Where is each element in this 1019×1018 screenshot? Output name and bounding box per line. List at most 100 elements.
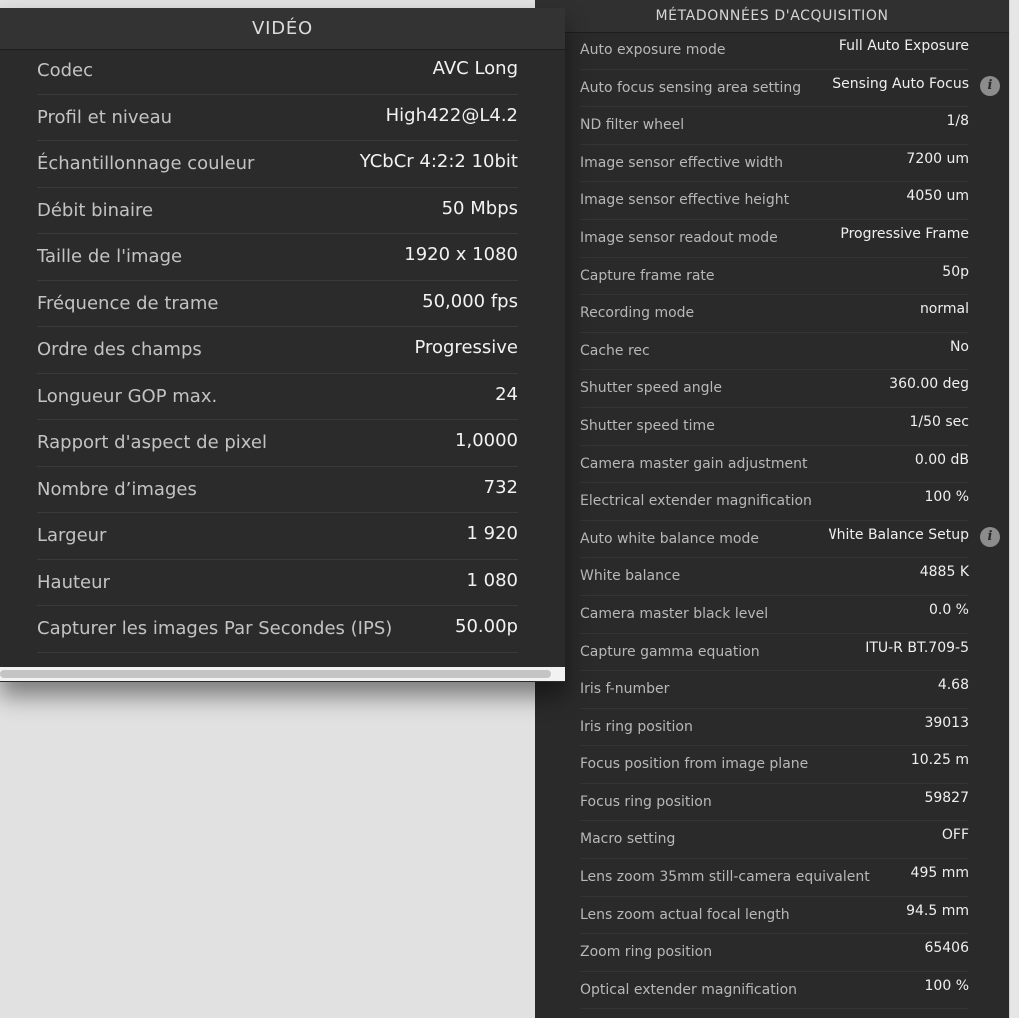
metadata-value: 495 mm xyxy=(910,865,969,882)
acquisition-row-focus-ring-position: Focus ring position 59827 xyxy=(580,784,969,822)
property-label: Longueur GOP max. xyxy=(37,385,218,407)
metadata-label: Iris ring position xyxy=(580,718,693,735)
property-value: Progressive xyxy=(414,337,518,358)
video-properties-panel: VIDÉO Codec AVC Long Profil et niveau High4… xyxy=(0,8,565,682)
acquisition-row-macro-setting: Macro setting OFF xyxy=(580,821,969,860)
metadata-value: 4885 K xyxy=(919,564,969,581)
property-value: 1 080 xyxy=(466,569,518,591)
metadata-value: 1/50 sec xyxy=(909,413,970,430)
property-value: AVC Long xyxy=(432,58,518,79)
acquisition-row-image-sensor-readout-mode: Image sensor readout mode Progressive Fra… xyxy=(580,220,969,258)
metadata-value: 100 % xyxy=(924,489,969,506)
metadata-value: Full Auto Exposure xyxy=(838,38,969,54)
metadata-value: normal xyxy=(919,301,969,318)
metadata-label: Electrical extender magnification xyxy=(580,493,812,510)
metadata-value: 4.68 xyxy=(937,677,969,694)
metadata-value: Auto White Balance Setup xyxy=(829,517,969,554)
acquisition-row-lens-zoom-actual-focal-length: Lens zoom actual focal length 94.5 mm xyxy=(580,897,969,935)
video-row-codec: Codec AVC Long xyxy=(37,48,518,95)
property-value: 24 xyxy=(495,383,518,405)
metadata-value: 4050 um xyxy=(906,188,969,205)
metadata-value: No xyxy=(949,338,969,355)
metadata-label: Image sensor effective width xyxy=(580,154,784,171)
property-value: 50.00p xyxy=(455,616,518,637)
acquisition-row-shutter-speed-angle: Shutter speed angle 360.00 deg xyxy=(580,370,969,408)
acquisition-row-auto-focus-sensing-area-setting: Auto focus sensing area setting Sensing A… xyxy=(580,70,1000,108)
acquisition-row-camera-master-gain-adjustment: Camera master gain adjustment 0.00 dB xyxy=(580,446,969,484)
property-label: Nombre d’images xyxy=(37,478,197,500)
metadata-value: 94.5 mm xyxy=(906,902,969,919)
acquisition-row-recording-mode: Recording mode normal xyxy=(580,295,969,333)
property-label: Taille de l'image xyxy=(37,246,183,267)
video-row-debit-binaire: Débit binaire 50 Mbps xyxy=(37,188,518,234)
video-row-taille-de-l-image: Taille de l'image 1920 x 1080 xyxy=(37,234,518,281)
acquisition-row-auto-white-balance-mode: Auto white balance mode Auto White Balanc… xyxy=(580,521,1000,559)
acquisition-row-capture-gamma-equation: Capture gamma equation ITU-R BT.709-5 xyxy=(580,634,969,672)
metadata-value: OFF xyxy=(941,827,969,844)
metadata-value: 59827 xyxy=(924,789,969,806)
metadata-value: 0.00 dB xyxy=(914,451,969,468)
metadata-value: ITU-R BT.709-5 xyxy=(865,639,969,656)
metadata-label: Auto exposure mode xyxy=(580,42,726,58)
metadata-value: 7200 um xyxy=(906,150,969,167)
video-row-longueur-gop-max: Longueur GOP max. 24 xyxy=(37,374,518,420)
property-label: Rapport d'aspect de pixel xyxy=(37,432,267,453)
video-panel-title: VIDÉO xyxy=(0,8,565,50)
video-row-echantillonnage-couleur: Échantillonnage couleur YCbCr 4:2:2 10bit xyxy=(37,141,518,188)
metadata-label: Image sensor effective height xyxy=(580,192,790,209)
video-panel-horizontal-scrollbar[interactable] xyxy=(0,667,565,681)
property-label: Codec xyxy=(37,60,93,81)
metadata-label: Shutter speed angle xyxy=(580,380,723,397)
metadata-label: Lens zoom actual focal length xyxy=(580,906,790,923)
property-value: 732 xyxy=(483,476,518,498)
metadata-label: Iris f-number xyxy=(580,681,670,698)
metadata-value: Progressive Frame xyxy=(840,225,969,242)
info-icon[interactable]: i xyxy=(980,75,1000,96)
acquisition-row-electrical-extender-magnification: Electrical extender magnification 100 % xyxy=(580,483,969,521)
property-label: Échantillonnage couleur xyxy=(37,153,255,174)
metadata-label: White balance xyxy=(580,568,681,585)
acquisition-metadata-panel: MÉTADONNÉES D'ACQUISITION Auto exposure … xyxy=(535,0,1009,1018)
acquisition-row-nd-filter-wheel: ND filter wheel 1/8 xyxy=(580,107,969,145)
property-label: Fréquence de trame xyxy=(37,292,219,314)
property-label: Capturer les images Par Secondes (IPS) xyxy=(37,618,393,639)
metadata-label: Focus ring position xyxy=(580,793,712,810)
property-label: Débit binaire xyxy=(37,199,154,221)
video-row-largeur: Largeur 1 920 xyxy=(37,513,518,560)
property-label: Profil et niveau xyxy=(37,106,173,128)
property-label: Hauteur xyxy=(37,571,110,593)
metadata-label: Auto white balance mode xyxy=(580,530,759,547)
video-row-ordre-des-champs: Ordre des champs Progressive xyxy=(37,327,518,374)
metadata-value: 360.00 deg xyxy=(889,376,969,393)
metadata-value: 65406 xyxy=(924,940,969,957)
info-icon[interactable]: i xyxy=(980,526,1000,547)
acquisition-metadata-list: Auto exposure mode Full Auto Exposure Auto… xyxy=(580,32,1000,1010)
acquisition-row-white-balance: White balance 4885 K xyxy=(580,558,969,596)
video-row-capturer-les-images-par-secondes-ips: Capturer les images Par Secondes (IPS) 50… xyxy=(37,606,518,653)
metadata-value: 100 % xyxy=(924,977,969,994)
acquisition-row-optical-extender-magnification: Optical extender magnification 100 % xyxy=(580,972,969,1010)
metadata-label: Cache rec xyxy=(580,342,650,359)
metadata-label: Auto focus sensing area setting xyxy=(580,79,802,96)
acquisition-row-image-sensor-effective-width: Image sensor effective width 7200 um xyxy=(580,145,969,183)
metadata-value: 50p xyxy=(942,263,969,280)
video-properties-list: Codec AVC Long Profil et niveau High422@L4.… xyxy=(37,48,518,653)
metadata-label: Shutter speed time xyxy=(580,417,715,434)
property-value: YCbCr 4:2:2 10bit xyxy=(359,151,518,172)
property-label: Ordre des champs xyxy=(37,339,202,360)
acquisition-panel-scrollbar[interactable] xyxy=(1009,0,1019,1018)
metadata-label: Focus position from image plane xyxy=(580,756,809,773)
acquisition-row-iris-f-number: Iris f-number 4.68 xyxy=(580,671,969,709)
metadata-label: Image sensor readout mode xyxy=(580,229,778,246)
acquisition-row-zoom-ring-position: Zoom ring position 65406 xyxy=(580,934,969,972)
scrollbar-thumb[interactable] xyxy=(0,670,551,678)
video-row-hauteur: Hauteur 1 080 xyxy=(37,560,518,606)
metadata-label: ND filter wheel xyxy=(580,117,685,134)
property-value: 50 Mbps xyxy=(441,197,518,219)
property-value: 1920 x 1080 xyxy=(404,244,518,265)
acquisition-row-shutter-speed-time: Shutter speed time 1/50 sec xyxy=(580,408,969,446)
metadata-value-text: Auto White Balance Setup xyxy=(829,526,969,543)
property-value: 50,000 fps xyxy=(422,290,518,312)
metadata-label: Zoom ring position xyxy=(580,944,713,961)
acquisition-row-iris-ring-position: Iris ring position 39013 xyxy=(580,709,969,747)
